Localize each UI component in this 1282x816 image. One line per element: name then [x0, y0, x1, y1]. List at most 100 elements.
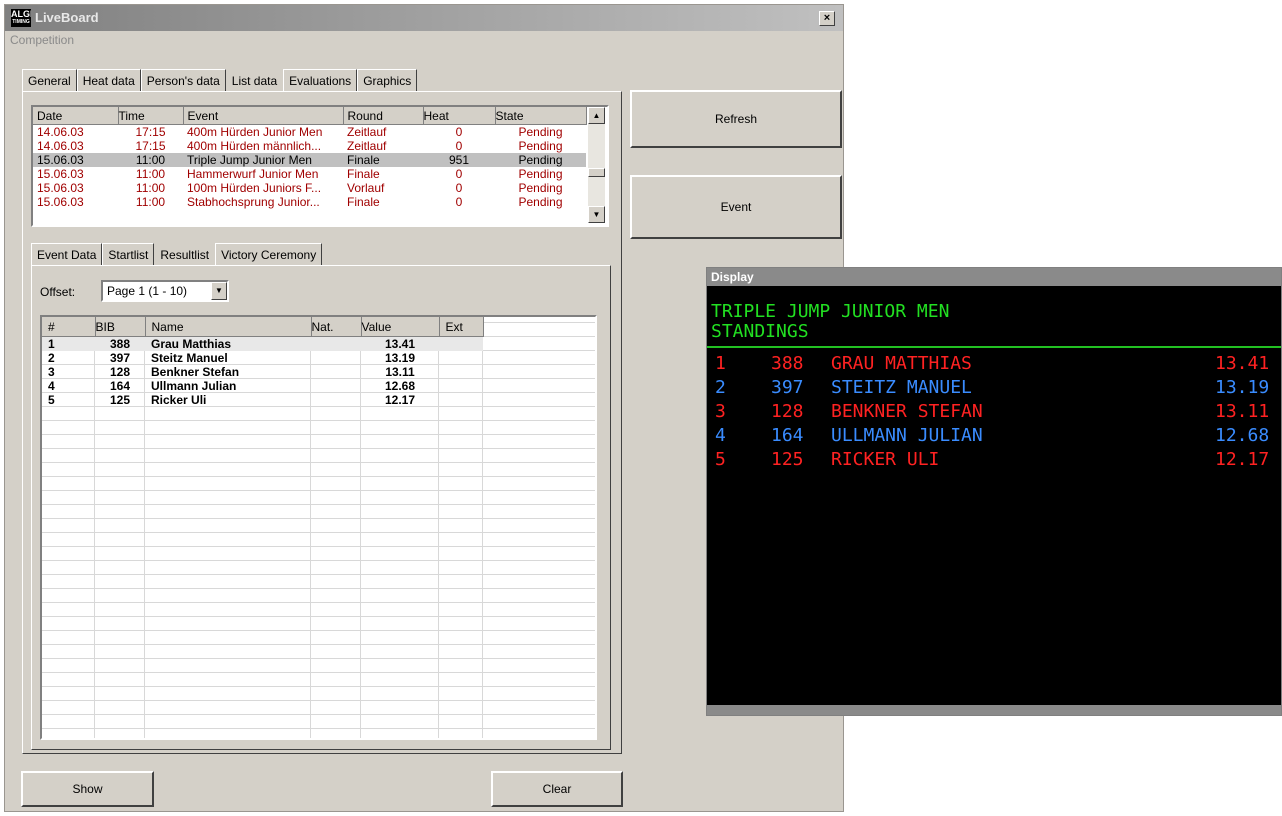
event-cell-heat: 0 — [455, 167, 463, 181]
display-rank: 3 — [715, 401, 726, 422]
event-row[interactable]: 14.06.03 17:15 400m Hürden männlich... Zeit… — [33, 139, 586, 153]
result-cell-nat — [311, 379, 361, 393]
tab-graphics[interactable]: Graphics — [357, 69, 418, 91]
event-cell-date: 15.06.03 — [37, 167, 84, 181]
display-value: 12.17 — [1215, 449, 1270, 470]
display-rank: 4 — [715, 425, 726, 446]
event-cell-time: 17:15 — [135, 139, 166, 153]
display-name: BENKNER STEFAN — [831, 401, 983, 422]
display-event-line: TRIPLE JUMP JUNIOR MEN — [711, 301, 950, 322]
result-cell-nat — [311, 393, 361, 407]
scroll-thumb[interactable] — [588, 168, 605, 177]
refresh-button[interactable]: Refresh — [630, 90, 842, 148]
result-cell-value: 13.41 — [361, 336, 439, 351]
scroll-down-icon[interactable]: ▼ — [588, 206, 605, 223]
logo-subtext: TIMING — [12, 19, 30, 25]
event-cell-heat: 0 — [455, 139, 463, 153]
display-bib: 128 — [771, 401, 804, 422]
show-button[interactable]: Show — [21, 771, 154, 807]
event-cell-date: 15.06.03 — [37, 181, 84, 195]
col-ext[interactable]: Ext — [439, 317, 484, 337]
result-cell-value: 12.68 — [384, 379, 416, 393]
col-heat[interactable]: Heat — [423, 107, 496, 125]
event-cell-event: Stabhochsprung Junior... — [187, 195, 320, 209]
event-row[interactable]: 14.06.03 17:15 400m Hürden Junior Men Zeitl… — [33, 125, 586, 140]
result-cell-nat — [311, 336, 361, 351]
scroll-up-icon[interactable]: ▲ — [588, 107, 605, 124]
display-rank: 5 — [715, 449, 726, 470]
tab-startlist[interactable]: Startlist — [102, 243, 155, 265]
result-cell-rank: 2 — [48, 351, 55, 365]
event-cell-event: 400m Hürden Junior Men — [187, 125, 323, 139]
clear-button[interactable]: Clear — [491, 771, 623, 807]
result-cell-bib: 128 — [109, 365, 131, 379]
menu-competition[interactable]: Competition — [10, 33, 74, 47]
event-cell-event: 400m Hürden männlich... — [187, 139, 322, 153]
tab-general[interactable]: General — [22, 69, 77, 91]
display-footer — [707, 705, 1281, 715]
window-title: LiveBoard — [35, 10, 99, 25]
col-time[interactable]: Time — [118, 107, 184, 125]
display-value: 12.68 — [1215, 425, 1270, 446]
result-cell-nat — [311, 365, 361, 379]
offset-dropdown[interactable]: Page 1 (1 - 10) ▼ — [101, 280, 229, 302]
event-cell-event: Hammerwurf Junior Men — [187, 167, 319, 181]
result-row[interactable]: 1 388 Grau Matthias 13.41 — [42, 336, 483, 351]
tab-resultlist[interactable]: Resultlist — [154, 243, 216, 265]
event-cell-state: Pending — [518, 181, 563, 195]
event-row[interactable]: 15.06.03 11:00 Hammerwurf Junior Men Finale… — [33, 167, 586, 181]
event-row[interactable]: 15.06.03 11:00 Triple Jump Junior Men Final… — [33, 153, 586, 167]
tab-event-data[interactable]: Event Data — [31, 243, 103, 265]
event-cell-state: Pending — [518, 125, 563, 139]
result-cell-ext — [439, 393, 483, 407]
tab-list-data[interactable]: List data — [225, 69, 284, 91]
event-cell-time: 11:00 — [118, 153, 183, 167]
event-cell-state: Pending — [518, 139, 563, 153]
tab-victory-ceremony[interactable]: Victory Ceremony — [215, 243, 323, 265]
result-cell-name: Benkner Stefan — [151, 365, 240, 379]
event-cell-date: 14.06.03 — [37, 139, 84, 153]
result-row[interactable]: 2 397 Steitz Manuel 13.19 — [42, 351, 483, 365]
event-cell-heat: 0 — [455, 195, 463, 209]
event-list-scrollbar[interactable]: ▲ ▼ — [588, 107, 605, 223]
col-event[interactable]: Event — [183, 107, 344, 125]
col-name[interactable]: Name — [145, 317, 312, 337]
main-tabs: General Heat data Person's data List dat… — [22, 69, 418, 91]
event-cell-round: Finale — [347, 167, 380, 181]
result-row[interactable]: 3 128 Benkner Stefan 13.11 — [42, 365, 483, 379]
event-list[interactable]: Date Time Event Round Heat State 14.06.0… — [31, 105, 609, 227]
result-cell-ext — [439, 351, 483, 365]
result-cell-value: 12.17 — [384, 393, 416, 407]
result-row[interactable]: 5 125 Ricker Uli 12.17 — [42, 393, 483, 407]
tab-heat-data[interactable]: Heat data — [76, 69, 141, 91]
event-cell-state: Pending — [518, 167, 563, 181]
col-round[interactable]: Round — [343, 107, 424, 125]
result-cell-value: 13.11 — [385, 365, 415, 379]
display-rank: 1 — [715, 353, 726, 374]
col-bib[interactable]: BIB — [95, 317, 146, 337]
result-cell-rank: 5 — [48, 393, 55, 407]
event-cell-heat: 0 — [455, 181, 463, 195]
col-value[interactable]: Value — [361, 317, 440, 337]
chevron-down-icon[interactable]: ▼ — [211, 282, 227, 300]
tab-persons-data[interactable]: Person's data — [140, 69, 226, 91]
tab-evaluations[interactable]: Evaluations — [283, 69, 358, 91]
event-cell-time: 17:15 — [135, 125, 166, 139]
close-button[interactable]: × — [819, 11, 835, 26]
result-cell-bib: 397 — [109, 351, 131, 365]
col-state[interactable]: State — [495, 107, 587, 125]
list-sub-tabs: Event Data Startlist Resultlist Victory … — [31, 243, 323, 265]
result-cell-bib: 125 — [109, 393, 131, 407]
display-bib: 388 — [771, 353, 804, 374]
event-row[interactable]: 15.06.03 11:00 100m Hürden Juniors F... Vor… — [33, 181, 586, 195]
display-bib: 397 — [771, 377, 804, 398]
result-cell-value: 13.19 — [384, 351, 416, 365]
event-row[interactable]: 15.06.03 11:00 Stabhochsprung Junior... Fin… — [33, 195, 586, 209]
col-rank[interactable]: # — [42, 317, 96, 337]
col-nat[interactable]: Nat. — [311, 317, 362, 337]
col-date[interactable]: Date — [33, 107, 119, 125]
result-row[interactable]: 4 164 Ullmann Julian 12.68 — [42, 379, 483, 393]
event-button[interactable]: Event — [630, 175, 842, 239]
display-divider — [707, 346, 1281, 348]
result-grid[interactable]: # BIB Name Nat. Value Ext 1 388 Grau Matth… — [40, 315, 597, 740]
